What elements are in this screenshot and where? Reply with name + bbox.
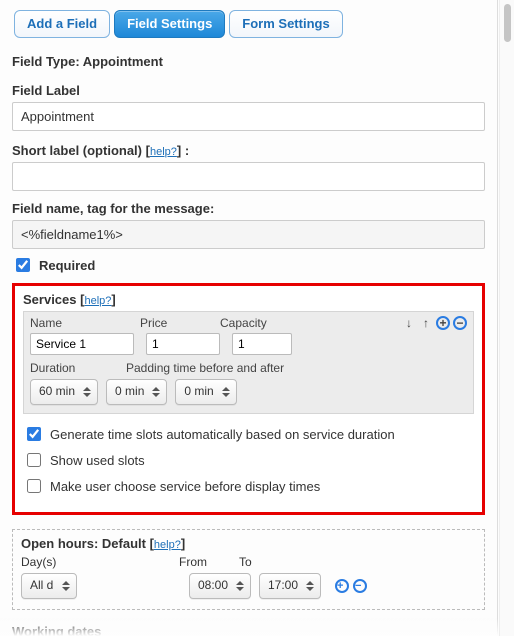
field-type-label: Field Type: Appointment: [12, 54, 485, 69]
services-col-capacity: Capacity: [220, 316, 290, 330]
field-label-heading: Field Label: [12, 83, 485, 98]
service-price-input[interactable]: [146, 333, 220, 355]
move-up-icon[interactable]: [419, 316, 433, 330]
services-heading: Services [help?]: [23, 292, 474, 307]
services-bracket-close: ]: [111, 292, 115, 307]
padding-after-select[interactable]: 0 min: [175, 379, 236, 405]
chevron-updown-icon: [152, 383, 160, 401]
field-label-input[interactable]: [12, 102, 485, 131]
service-capacity-input[interactable]: [232, 333, 292, 355]
show-used-label: Show used slots: [50, 453, 145, 468]
chevron-updown-icon: [83, 383, 91, 401]
open-hours-to-select[interactable]: 17:00: [259, 573, 321, 599]
open-hours-row-controls: + −: [335, 579, 367, 593]
padding-before-select[interactable]: 0 min: [106, 379, 167, 405]
services-heading-text: Services: [23, 292, 77, 307]
short-label-text: Short label (optional): [12, 143, 142, 158]
open-hours-days-select[interactable]: All d: [21, 573, 77, 599]
working-dates-heading: Working dates: [12, 624, 485, 636]
show-used-checkbox[interactable]: [27, 453, 41, 467]
open-hours-from-label: From: [179, 555, 239, 569]
services-col-name: Name: [30, 316, 140, 330]
move-down-icon[interactable]: [402, 316, 416, 330]
add-service-icon[interactable]: +: [436, 316, 450, 330]
open-hours-help-link[interactable]: help?: [154, 539, 181, 551]
tab-add-field[interactable]: Add a Field: [14, 10, 110, 38]
services-col-price: Price: [140, 316, 220, 330]
open-hours-from-select[interactable]: 08:00: [189, 573, 251, 599]
padding-label: Padding time before and after: [126, 361, 284, 375]
working-dates-panel: Working dates Su Mo Tu We Th Fr Sa: [12, 624, 485, 636]
chevron-updown-icon: [222, 383, 230, 401]
short-label-colon: :: [185, 143, 189, 158]
service-name-input[interactable]: [30, 333, 134, 355]
open-hours-to-label: To: [239, 555, 299, 569]
add-open-hours-icon[interactable]: +: [335, 579, 349, 593]
required-label: Required: [39, 258, 95, 273]
open-hours-days-label: Day(s): [21, 555, 179, 569]
remove-open-hours-icon[interactable]: −: [353, 579, 367, 593]
remove-service-icon[interactable]: −: [453, 316, 467, 330]
scrollbar-thumb[interactable]: [504, 4, 511, 42]
chevron-updown-icon: [236, 577, 244, 595]
open-hours-heading-text: Open hours: Default: [21, 536, 146, 551]
short-label-input[interactable]: [12, 162, 485, 191]
duration-select[interactable]: 60 min: [30, 379, 98, 405]
tab-form-settings[interactable]: Form Settings: [229, 10, 342, 38]
services-help-link[interactable]: help?: [84, 295, 111, 307]
short-label-bracket-close: ]: [177, 143, 185, 158]
field-name-heading: Field name, tag for the message:: [12, 201, 485, 216]
auto-slots-checkbox[interactable]: [27, 427, 41, 441]
field-name-input[interactable]: [12, 220, 485, 249]
open-hours-heading: Open hours: Default [help?]: [21, 536, 476, 551]
scrollbar-track[interactable]: [499, 0, 514, 636]
auto-slots-label: Generate time slots automatically based …: [50, 427, 395, 442]
services-editor: Name Price Capacity + − Duration Padding…: [23, 311, 474, 414]
choose-first-checkbox[interactable]: [27, 479, 41, 493]
required-checkbox[interactable]: [16, 258, 30, 272]
services-panel: Services [help?] Name Price Capacity + −: [12, 283, 485, 515]
tab-field-settings[interactable]: Field Settings: [114, 10, 225, 38]
chevron-updown-icon: [62, 577, 70, 595]
short-label-help-link[interactable]: help?: [150, 146, 177, 158]
duration-label: Duration: [30, 361, 126, 375]
service-row-controls: + −: [402, 316, 467, 330]
tabs-bar: Add a Field Field Settings Form Settings: [12, 8, 485, 46]
open-hours-panel: Open hours: Default [help?] Day(s) From …: [12, 529, 485, 610]
short-label-heading: Short label (optional) [help?] :: [12, 143, 485, 158]
choose-first-label: Make user choose service before display …: [50, 479, 320, 494]
chevron-updown-icon: [306, 577, 314, 595]
